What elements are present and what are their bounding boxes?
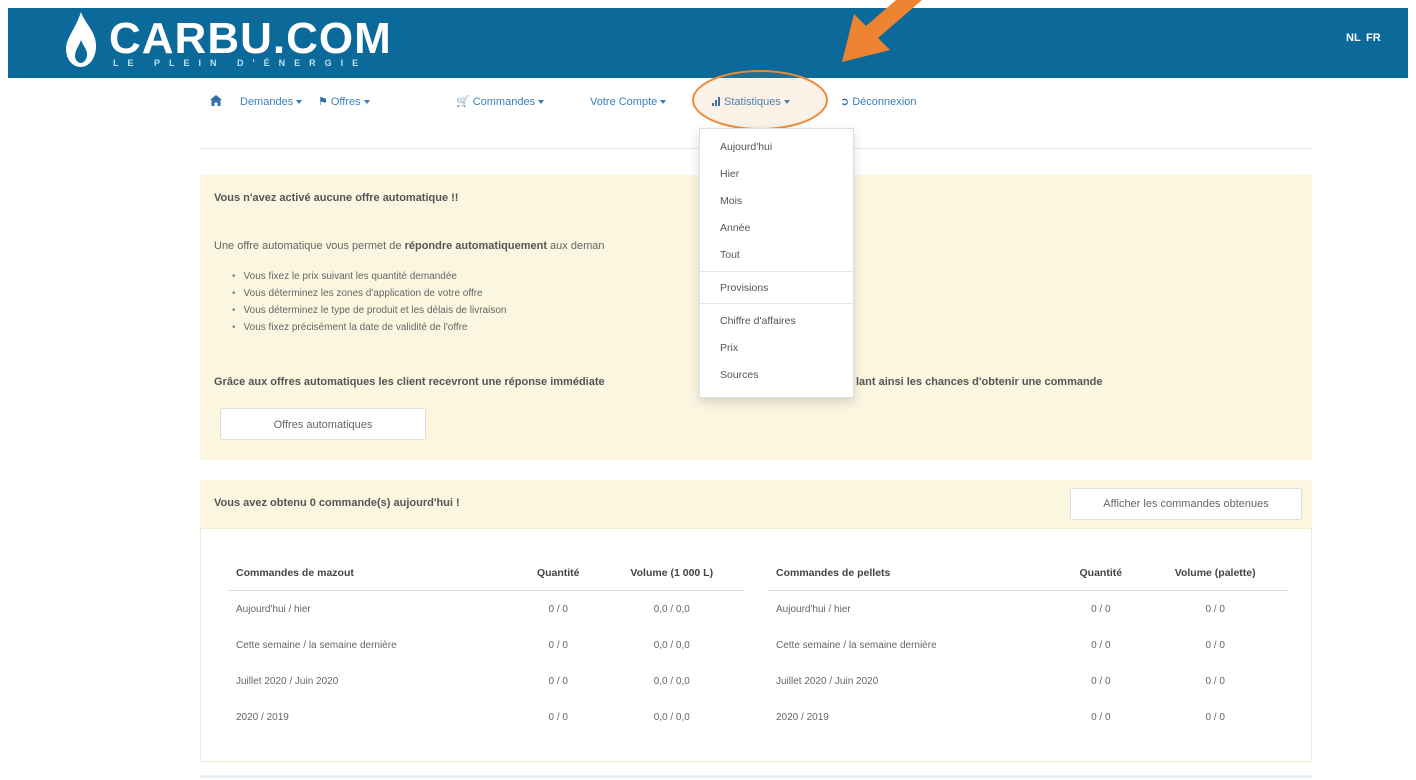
warning-bullet-list: Vous fixez le prix suivant les quantité … [232,268,507,336]
column-header: Volume (1 000 L) [599,556,744,591]
menu-item-hier[interactable]: Hier [720,168,739,180]
table-cell: 0 / 0 [548,675,568,687]
table-cell: 0,0 / 0,0 [653,675,690,687]
table-cell: 0 / 0 [1091,675,1111,687]
table-row: 2020 / 2019 0 / 0 0 / 0 [768,699,1288,735]
nav-offres[interactable]: ⚑ Offres [318,92,370,112]
table-cell: Aujourd'hui / hier [776,603,851,615]
chevron-down-icon [538,100,545,105]
table-cell: 2020 / 2019 [236,711,289,723]
warning-intro: Une offre automatique vous permet de rép… [214,240,604,252]
orders-title: Vous avez obtenu 0 commande(s) aujourd'h… [214,497,460,509]
warning-intro-bold: répondre automatiquement [404,240,547,252]
nav-demandes-label: Demandes [240,96,294,108]
table-cell: 0 / 0 [1091,639,1111,651]
nav-home[interactable] [210,92,222,112]
warning-title: Vous n'avez activé aucune offre automati… [214,192,459,204]
table-row: Cette semaine / la semaine dernière 0 / 0… [768,627,1288,663]
nav-votre-compte-label: Votre Compte [590,96,658,108]
chevron-down-icon [660,100,667,105]
warning-benefit-text-right: lant ainsi les chances d'obtenir une com… [856,376,1103,388]
table-cell: 0 / 0 [1205,711,1225,723]
nav-commandes-label: Commandes [472,96,536,108]
menu-item-chiffre-affaires[interactable]: Chiffre d'affaires [720,315,796,327]
brand-name: CARBU.COM [109,14,392,63]
nav-offres-label: Offres [330,96,361,108]
annotation-highlight-ellipse [692,70,828,130]
footer-divider [200,775,1312,778]
table-cell: 0 / 0 [1205,603,1225,615]
table-row: Cette semaine / la semaine dernière 0 / 0… [228,627,744,663]
annotation-arrow-icon [842,0,922,62]
menu-item-tout[interactable]: Tout [720,249,740,261]
warning-intro-prefix: Une offre automatique vous permet de [214,240,405,252]
table-cell: 0,0 / 0,0 [653,711,690,723]
nav-demandes[interactable]: Demandes [240,92,303,112]
table-cell: Juillet 2020 / Juin 2020 [776,675,879,687]
table-cell: 0 / 0 [548,711,568,723]
warning-intro-suffix: aux deman [546,240,605,252]
table-cell: 0 / 0 [548,639,568,651]
tag-icon: ⚑ [318,96,328,108]
brand-tagline: LE PLEIN D'ÉNERGIE [113,58,368,68]
statistiques-dropdown-menu: Aujourd'hui Hier Mois Année Tout Provisi… [699,128,854,398]
column-header: Quantité [516,556,600,591]
table-cell: 2020 / 2019 [776,711,829,723]
table-cell: 0 / 0 [1205,675,1225,687]
menu-item-sources[interactable]: Sources [720,369,759,381]
table-cell: Cette semaine / la semaine dernière [776,639,937,651]
menu-item-aujourdhui[interactable]: Aujourd'hui [720,141,772,153]
table-cell: 0 / 0 [1205,639,1225,651]
column-header: Volume (palette) [1142,556,1288,591]
lang-fr-link[interactable]: FR [1366,32,1381,44]
table-cell: Juillet 2020 / Juin 2020 [236,675,339,687]
flame-icon [66,12,97,67]
pellets-orders-table: Commandes de pellets Quantité Volume (pa… [768,556,1288,735]
mazout-orders-table: Commandes de mazout Quantité Volume (1 0… [228,556,744,735]
nav-votre-compte[interactable]: Votre Compte [590,92,667,112]
chevron-down-icon [363,100,370,105]
list-item: Vous fixez le prix suivant les quantité … [232,268,506,285]
menu-item-annee[interactable]: Année [720,222,750,234]
auto-offers-button[interactable]: Offres automatiques [220,408,426,440]
table-row: Juillet 2020 / Juin 2020 0 / 0 0 / 0 [768,663,1288,699]
cart-icon: 🛒 [456,96,470,108]
table-header-row: Commandes de mazout Quantité Volume (1 0… [228,556,744,591]
table-cell: 0 / 0 [1091,603,1111,615]
table-cell: 0 / 0 [1091,711,1111,723]
menu-item-prix[interactable]: Prix [720,342,738,354]
list-item: Vous fixez précisément la date de validi… [232,319,506,336]
table-header-row: Commandes de pellets Quantité Volume (pa… [768,556,1288,591]
table-cell: 0,0 / 0,0 [653,639,690,651]
menu-divider [700,303,853,304]
top-header-bar: CARBU.COM LE PLEIN D'ÉNERGIE NL FR [8,8,1408,78]
logout-icon: ➲ [840,96,850,108]
nav-commandes[interactable]: 🛒 Commandes [456,92,545,112]
home-icon [210,95,222,106]
menu-item-mois[interactable]: Mois [720,195,742,207]
lang-nl-link[interactable]: NL [1346,32,1361,44]
table-cell: 0 / 0 [548,603,568,615]
warning-benefit-text-left: Grâce aux offres automatiques les client… [214,376,605,388]
table-row: 2020 / 2019 0 / 0 0,0 / 0,0 [228,699,744,735]
column-header: Commandes de pellets [768,556,1060,591]
table-cell: Aujourd'hui / hier [236,603,311,615]
table-cell: 0,0 / 0,0 [653,603,690,615]
nav-deconnexion-label: Déconnexion [852,96,917,108]
list-item: Vous déterminez les zones d'application … [232,285,506,302]
menu-divider [700,271,853,272]
table-row: Juillet 2020 / Juin 2020 0 / 0 0,0 / 0,0 [228,663,744,699]
nav-deconnexion[interactable]: ➲ Déconnexion [840,92,916,112]
table-cell: Cette semaine / la semaine dernière [236,639,397,651]
menu-item-provisions[interactable]: Provisions [720,282,768,294]
table-row: Aujourd'hui / hier 0 / 0 0,0 / 0,0 [228,591,744,628]
chevron-down-icon [296,100,303,105]
column-header: Commandes de mazout [228,556,517,591]
list-item: Vous déterminez le type de produit et le… [232,302,507,319]
table-row: Aujourd'hui / hier 0 / 0 0 / 0 [768,591,1288,628]
show-orders-button[interactable]: Afficher les commandes obtenues [1070,488,1302,520]
column-header: Quantité [1059,556,1143,591]
